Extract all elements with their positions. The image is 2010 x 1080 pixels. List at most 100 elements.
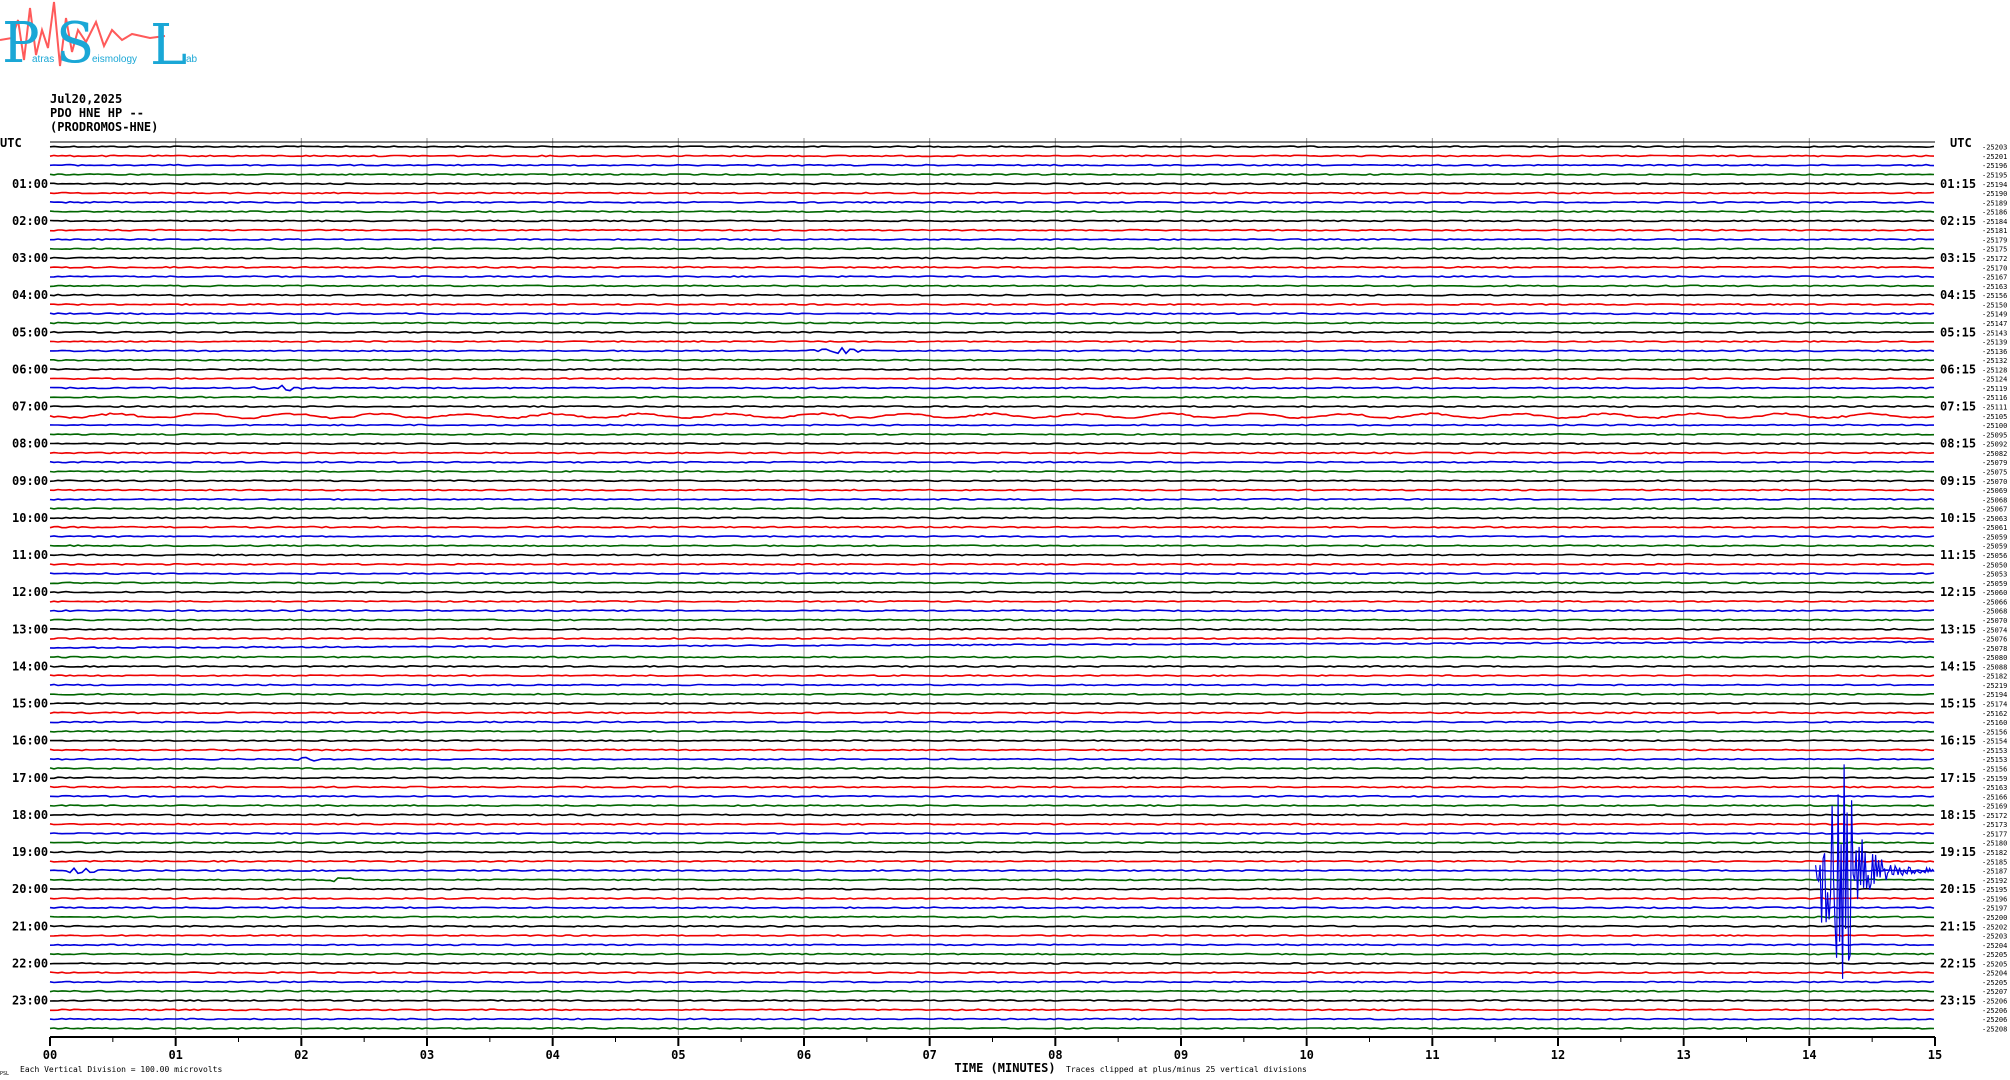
right-hour-label: 10:15 [1940,511,1976,525]
trace-offset-label: -25208 [1982,1025,2007,1033]
x-tick-label: 07 [922,1048,936,1062]
corner-mark: PSL [0,1071,9,1077]
trace-line [50,302,1935,306]
trace-line [49,906,1935,910]
trace-offset-label: -25162 [1982,710,2007,718]
trace-line [49,553,1935,557]
trace-line [49,312,1935,316]
trace-offset-label: -25190 [1982,190,2007,198]
trace-offset-label: -25172 [1982,812,2007,820]
left-hour-label: 08:00 [12,437,48,451]
trace-line [49,460,1934,464]
trace-line [49,640,1935,650]
trace-offset-label: -25200 [1982,914,2007,922]
trace-line [49,896,1935,900]
trace-offset-label: -25196 [1982,162,2007,170]
trace-offset-label: -25196 [1982,895,2007,903]
left-hour-label: 09:00 [12,474,48,488]
x-tick-label: 09 [1174,1048,1188,1062]
right-hour-label: 02:15 [1940,214,1976,228]
left-hour-label: 13:00 [12,622,48,636]
left-hour-label: 12:00 [12,585,48,599]
right-hour-label: 09:15 [1940,474,1976,488]
trace-line [49,479,1935,483]
trace-line [49,377,1935,381]
trace-line [49,822,1935,826]
trace-line [49,265,1935,269]
right-hour-label: 03:15 [1940,251,1976,265]
trace-offset-label: -25059 [1982,543,2007,551]
trace-offset-label: -25173 [1982,821,2007,829]
right-hour-label: 18:15 [1940,808,1976,822]
trace-offset-label: -25205 [1982,960,2007,968]
trace-line [49,275,1935,279]
right-hour-label: 01:15 [1940,177,1976,191]
trace-line [49,367,1935,371]
left-hour-label: 17:00 [12,771,48,785]
trace-offset-label: -25153 [1982,747,2007,755]
trace-offset-label: -25203 [1982,144,2007,152]
trace-line [49,228,1934,232]
left-hour-label: 21:00 [12,919,48,933]
trace-line [49,866,1935,875]
right-hour-label: 04:15 [1940,288,1976,302]
trace-line [49,756,1935,762]
trace-offset-label: -25088 [1982,663,2007,671]
trace-offset-label: -25080 [1982,654,2007,662]
trace-offset-label: -25139 [1982,339,2007,347]
trace-offset-label: -25153 [1982,756,2007,764]
trace-line [50,346,1935,355]
trace-offset-label: -25185 [1982,858,2007,866]
trace-offset-label: -25192 [1982,877,2007,885]
left-hour-label: 19:00 [12,845,48,859]
trace-offset-label: -25206 [1982,1007,2007,1015]
trace-offset-label: -25050 [1982,561,2007,569]
trace-line [49,256,1935,260]
left-hour-label: 15:00 [12,697,48,711]
trace-line [49,412,1935,420]
trace-offset-label: -25074 [1982,626,2007,634]
trace-line [49,980,1935,984]
trace-offset-label: -25206 [1982,1016,2007,1024]
trace-line [49,154,1935,158]
trace-line [49,989,1935,993]
trace-offset-label: -25205 [1982,951,2007,959]
trace-offset-label: -25195 [1982,886,2007,894]
left-axis-title: UTC [0,136,22,150]
trace-line [49,674,1935,678]
trace-line [49,384,1935,392]
trace-offset-label: -25069 [1982,487,2007,495]
trace-offset-label: -25177 [1982,830,2007,838]
left-hour-label: 20:00 [12,882,48,896]
trace-offset-label: -25180 [1982,840,2007,848]
trace-line [49,1017,1935,1021]
trace-line [49,525,1935,529]
trace-line [49,785,1935,789]
right-hour-label: 06:15 [1940,362,1976,376]
left-hour-label: 10:00 [12,511,48,525]
trace-line [49,961,1935,965]
trace-line [49,321,1935,325]
trace-offset-label: -25136 [1982,348,2007,356]
trace-line [50,182,1935,186]
left-hour-label: 11:00 [12,548,48,562]
trace-offset-label: -25189 [1982,199,2007,207]
trace-offset-label: -25154 [1982,738,2007,746]
x-tick-label: 15 [1928,1048,1942,1062]
footer-clip-note: Traces clipped at plus/minus 25 vertical… [1066,1065,1307,1074]
trace-offset-label: -25068 [1982,608,2007,616]
trace-line [49,470,1935,473]
left-hour-label: 03:00 [12,251,48,265]
trace-offset-label: -25149 [1982,311,2007,319]
right-hour-label: 22:15 [1940,956,1976,970]
left-hour-label: 07:00 [12,400,48,414]
trace-line [49,247,1935,251]
trace-line [49,618,1935,622]
trace-line [49,767,1935,770]
x-axis-label: TIME (MINUTES) [954,1061,1055,1075]
trace-line [49,924,1935,928]
trace-line [49,163,1935,167]
left-hour-label: 14:00 [12,659,48,673]
trace-line [49,210,1935,214]
trace-line [50,655,1935,659]
